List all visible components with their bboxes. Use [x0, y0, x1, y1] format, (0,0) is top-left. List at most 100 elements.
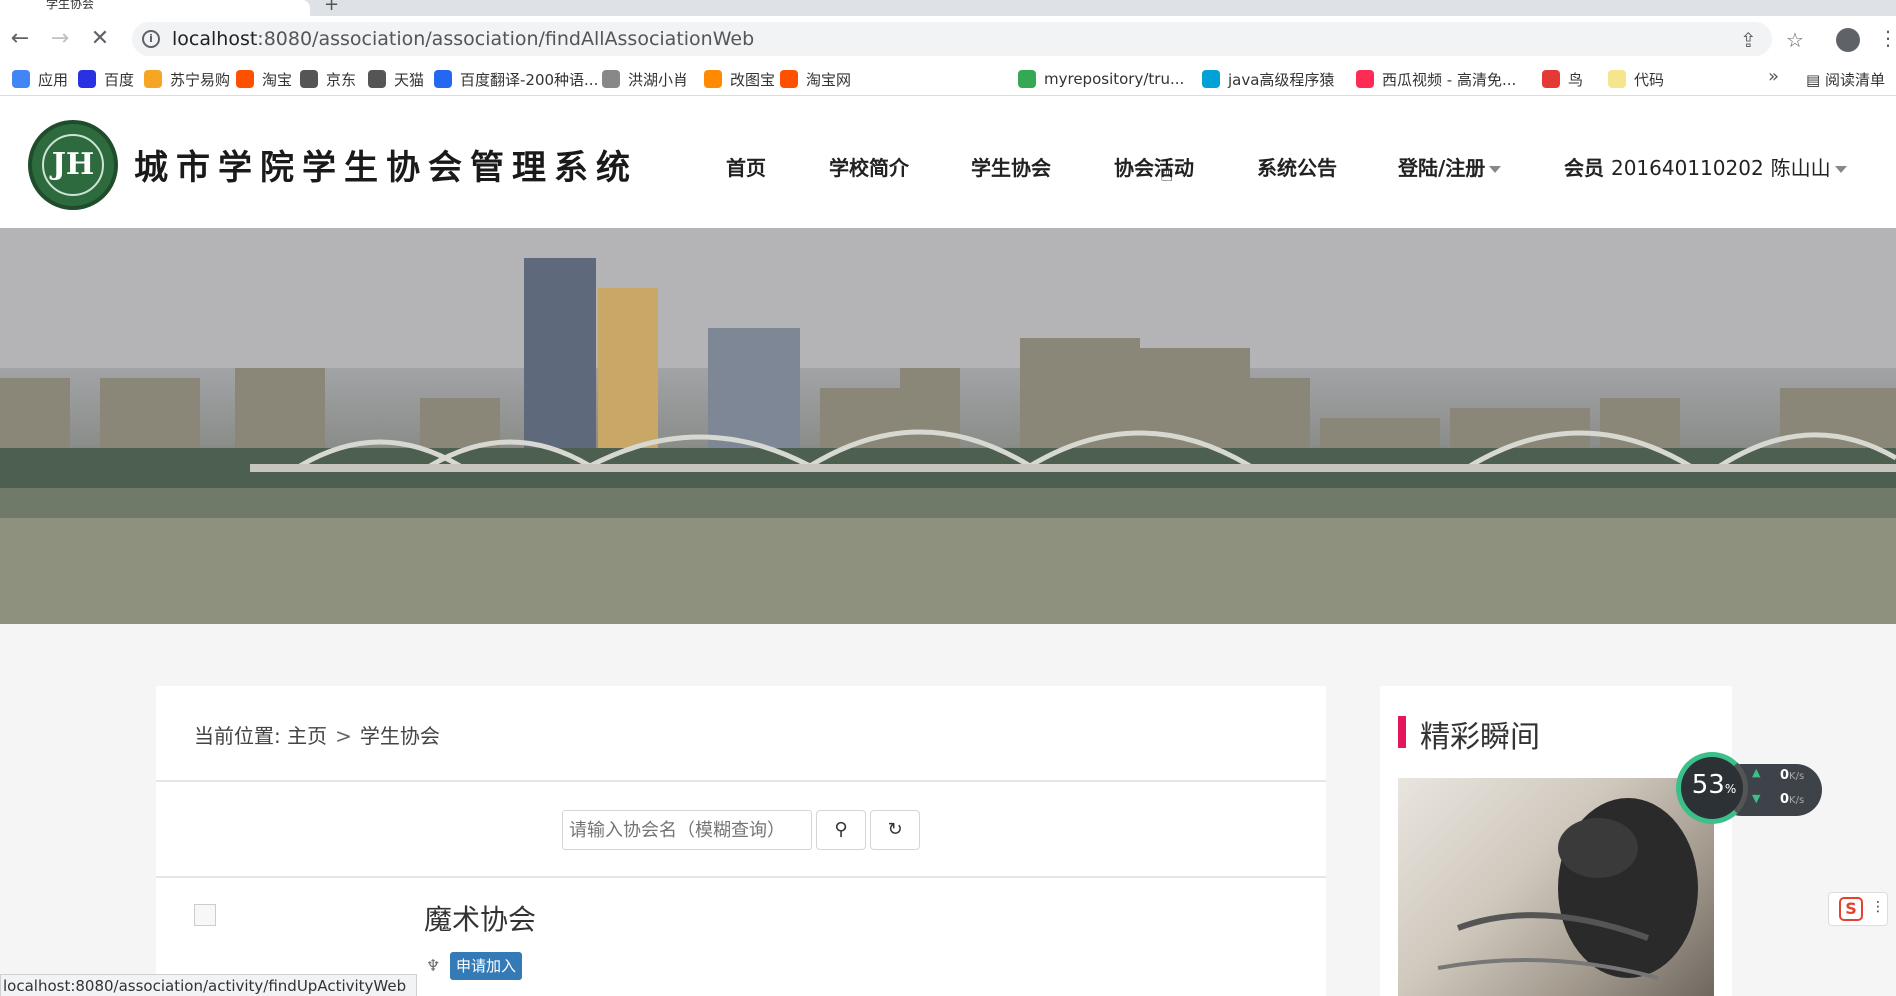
- chevron-down-icon: [1834, 166, 1847, 173]
- bookmark-item[interactable]: 西瓜视频 - 高清免...: [1356, 69, 1516, 89]
- school-logo[interactable]: JH: [28, 120, 118, 210]
- bookmark-favicon-icon: [368, 70, 386, 88]
- join-association-button[interactable]: 申请加入: [450, 952, 523, 980]
- member-name: 陈山山: [1770, 156, 1831, 180]
- breadcrumb: 当前位置: 主页 > 学生协会: [194, 720, 440, 749]
- bookmark-label: 天猫: [394, 70, 425, 89]
- bookmark-item[interactable]: 洪湖小肖: [602, 69, 688, 89]
- bookmark-favicon-icon: [434, 70, 452, 88]
- url-text[interactable]: localhost:8080/association/association/f…: [172, 28, 754, 50]
- association-image-broken[interactable]: [194, 904, 216, 926]
- profile-avatar[interactable]: [1836, 28, 1860, 52]
- bookmarks-more-icon[interactable]: »: [1768, 66, 1779, 87]
- bookmark-favicon-icon: [1018, 70, 1036, 88]
- reading-list-icon: ▤: [1806, 71, 1825, 89]
- main-content-panel: 当前位置: 主页 > 学生协会 ⚲ ↻ 魔术协会 ♆ 申请加入: [156, 686, 1326, 996]
- banner-illustration: [0, 228, 1896, 624]
- download-unit: K/s: [1789, 795, 1805, 806]
- forward-icon[interactable]: →: [44, 24, 76, 56]
- bookmark-item[interactable]: 百度翻译-200种语...: [434, 69, 598, 89]
- upload-speed: 0K/s: [1780, 768, 1804, 783]
- bookmark-item[interactable]: myrepository/tru...: [1018, 69, 1184, 89]
- breadcrumb-home-link[interactable]: 主页: [287, 724, 327, 748]
- bookmark-item[interactable]: 百度: [78, 69, 134, 89]
- network-speed-widget[interactable]: 53% ▲ 0K/s ▼ 0K/s: [1676, 752, 1824, 824]
- bookmark-item[interactable]: 京东: [300, 69, 356, 89]
- reading-list[interactable]: ▤ 阅读清单: [1806, 69, 1885, 90]
- city-banner-image: [0, 228, 1896, 624]
- section-accent-bar: [1398, 716, 1406, 748]
- new-tab-icon[interactable]: +: [324, 0, 339, 15]
- nav-login-register[interactable]: 登陆/注册: [1398, 152, 1502, 181]
- bookmark-favicon-icon: [12, 70, 30, 88]
- member-label: 会员: [1564, 156, 1604, 180]
- logo-emblem: JH: [42, 134, 104, 196]
- breadcrumb-current: 学生协会: [359, 724, 440, 748]
- reset-button[interactable]: ↻: [870, 810, 920, 850]
- bookmark-item[interactable]: 淘宝网: [780, 69, 851, 89]
- site-info-icon[interactable]: i: [142, 30, 160, 48]
- bookmark-label: 百度: [104, 70, 135, 89]
- upload-unit: K/s: [1789, 771, 1805, 782]
- stop-loading-icon[interactable]: ✕: [84, 24, 116, 56]
- site-header: JH 城市学院学生协会管理系统 首页 学校简介 学生协会 协会活动 系统公告 登…: [0, 96, 1896, 228]
- ime-toolbar[interactable]: S ⋮: [1828, 892, 1888, 926]
- bookmark-item[interactable]: 苏宁易购: [144, 69, 230, 89]
- url-host: localhost: [172, 28, 258, 50]
- bookmark-favicon-icon: [144, 70, 162, 88]
- bookmark-favicon-icon: [1356, 70, 1374, 88]
- association-name[interactable]: 魔术协会: [424, 898, 536, 938]
- bookmark-favicon-icon: [236, 70, 254, 88]
- hand-cursor-icon: ☝: [1160, 162, 1174, 187]
- bookmark-favicon-icon: [1542, 70, 1560, 88]
- divider: [156, 876, 1326, 878]
- member-id: 201640110202: [1610, 156, 1764, 180]
- bookmark-item[interactable]: 鸟: [1542, 69, 1583, 89]
- association-search-input[interactable]: [562, 810, 812, 850]
- bookmark-star-icon[interactable]: ☆: [1786, 28, 1804, 52]
- nav-school-intro[interactable]: 学校简介: [829, 152, 909, 181]
- nav-system-notice[interactable]: 系统公告: [1257, 152, 1337, 181]
- nav-student-association[interactable]: 学生协会: [971, 152, 1051, 181]
- bookmark-favicon-icon: [300, 70, 318, 88]
- search-button[interactable]: ⚲: [816, 810, 866, 850]
- share-icon[interactable]: ⇪: [1740, 28, 1757, 52]
- bookmark-item[interactable]: 天猫: [368, 69, 424, 89]
- download-value: 0: [1780, 792, 1790, 807]
- tab-title: 学生协会: [46, 0, 95, 11]
- highlight-photo[interactable]: [1398, 778, 1714, 996]
- nav-home[interactable]: 首页: [726, 152, 766, 181]
- bookmark-label: 淘宝网: [806, 70, 852, 89]
- bookmark-favicon-icon: [1608, 70, 1626, 88]
- back-icon[interactable]: ←: [4, 24, 36, 56]
- address-bar[interactable]: i localhost:8080/association/association…: [132, 22, 1772, 56]
- ime-more-icon[interactable]: ⋮: [1871, 899, 1885, 915]
- bookmark-label: java高级程序猿: [1228, 70, 1335, 89]
- bookmark-item[interactable]: 代码: [1608, 69, 1664, 89]
- browser-tab[interactable]: 学生协会: [0, 0, 310, 16]
- arrow-up-icon: ▲: [1752, 766, 1761, 779]
- bookmark-label: 淘宝: [262, 70, 293, 89]
- memory-percent: 53%: [1682, 770, 1746, 800]
- trophy-icon: ♆: [426, 956, 441, 975]
- menu-kebab-icon[interactable]: ⋮: [1878, 26, 1896, 50]
- bookmark-item[interactable]: 淘宝: [236, 69, 292, 89]
- sidebar-title: 精彩瞬间: [1420, 720, 1540, 755]
- percent-unit: %: [1724, 782, 1737, 796]
- bookmark-item[interactable]: 改图宝: [704, 69, 775, 89]
- bookmarks-bar: » ▤ 阅读清单 应用 百度 苏宁易购 淘宝 京东 天猫 百度翻译-200种语... 洪湖小肖…: [0, 62, 1896, 96]
- upload-value: 0: [1780, 768, 1790, 783]
- sogou-ime-icon[interactable]: S: [1839, 897, 1863, 921]
- divider: [156, 780, 1326, 782]
- bookmark-favicon-icon: [78, 70, 96, 88]
- bookmark-item[interactable]: 应用: [12, 69, 68, 89]
- bookmark-favicon-icon: [704, 70, 722, 88]
- chevron-down-icon: [1489, 166, 1502, 173]
- bookmark-favicon-icon: [780, 70, 798, 88]
- nav-association-activity[interactable]: 协会活动: [1114, 152, 1194, 181]
- nav-member[interactable]: 会员 201640110202 陈山山: [1564, 152, 1847, 181]
- breadcrumb-separator: >: [335, 724, 352, 748]
- bookmark-label: 京东: [326, 70, 357, 89]
- bookmark-item[interactable]: java高级程序猿: [1202, 69, 1334, 89]
- bookmark-label: 改图宝: [730, 70, 776, 89]
